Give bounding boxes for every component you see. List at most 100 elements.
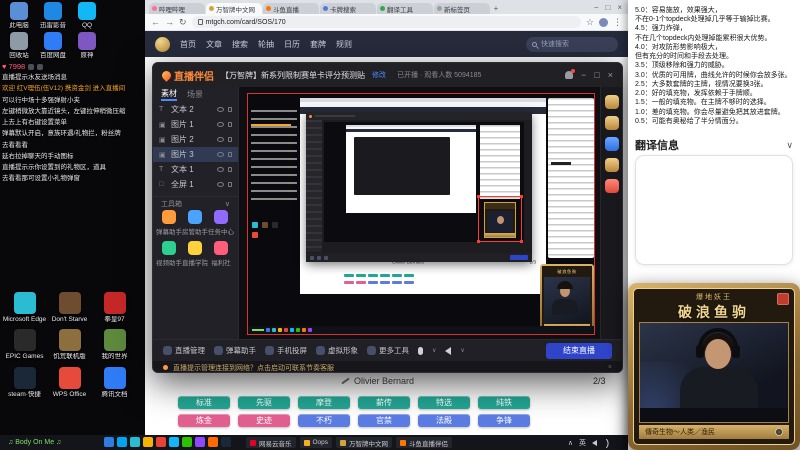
edit-title-button[interactable]: 修改 [372,70,386,80]
nav-item[interactable]: 日历 [284,39,300,50]
desktop-icon[interactable]: QQ [70,2,104,29]
source-layer-item[interactable]: ▣ 图片 1 [153,117,238,132]
desktop-icon[interactable]: 回收站 [2,32,36,59]
desktop-icon[interactable]: 拳皇97 [92,292,137,323]
desktop-icon[interactable]: 迅雷影音 [36,2,70,29]
sidebar-tab[interactable]: 素材 [161,88,177,101]
taskbar-app-button[interactable]: 万智牌中文网 [336,437,393,448]
toolbox-tool[interactable]: 弹幕助手 [156,210,182,236]
back-button[interactable]: ← [151,17,160,27]
desktop-icon[interactable]: steam·快捷 [2,366,47,398]
taskbar-app-icon[interactable] [130,437,140,447]
toolbox-tool[interactable]: 视频助手 [156,241,182,267]
nav-item[interactable]: 文章 [206,39,222,50]
activity-banner-icon[interactable] [604,116,619,130]
format-button[interactable]: 摩登 [298,396,350,409]
bookmark-star-icon[interactable]: ☆ [586,17,594,28]
source-layer-item[interactable]: ▣ 图片 2 [153,132,238,147]
taskbar-app-icon[interactable] [208,437,218,447]
toolbox-tool[interactable]: 房管助手 [182,210,208,236]
app-close-button[interactable]: × [608,70,613,80]
browser-tab[interactable]: 斗鱼直播 [263,3,319,14]
activity-banner-icon[interactable] [604,179,619,193]
browser-tab[interactable]: 哔哩哔哩 [149,3,205,14]
nav-item[interactable]: 首页 [180,39,196,50]
desktop-icon[interactable]: 百度网盘 [36,32,70,59]
format-button[interactable]: 官禁 [358,414,410,427]
nav-item[interactable]: 轮抽 [258,39,274,50]
speaker-icon[interactable] [445,346,452,355]
refresh-button[interactable]: ↻ [179,17,187,28]
browser-tab[interactable]: 翻译工具 [377,3,433,14]
lock-icon[interactable] [228,122,232,127]
taskbar-app-button[interactable]: 网易云音乐 [246,437,296,448]
profile-avatar[interactable] [599,17,608,27]
nav-item[interactable]: 搜索 [232,39,248,50]
browser-menu-icon[interactable]: ⋮ [613,17,622,28]
desktop-icon[interactable]: WPS Office [47,366,92,398]
format-button[interactable]: 薪传 [358,396,410,409]
network-icon[interactable] [601,438,612,448]
format-button[interactable]: 先驱 [238,396,290,409]
lock-icon[interactable] [228,107,232,112]
window-close-button[interactable]: × [617,3,622,12]
format-button[interactable]: 不朽 [298,414,350,427]
format-button[interactable]: 法殿 [418,414,470,427]
page-counter[interactable]: 2/3 [593,376,606,386]
desktop-icon[interactable]: 饥荒联机版 [47,329,92,360]
browser-tab[interactable]: 万智牌中文网 [206,3,262,14]
url-bar[interactable]: mtgch.com/card/SOS/170 [191,16,581,28]
activity-banner-icon[interactable] [604,137,619,151]
site-logo[interactable] [155,36,170,52]
taskbar-app-icon[interactable] [143,437,153,447]
lock-icon[interactable] [228,167,232,172]
visibility-eye-icon[interactable] [217,152,224,157]
chevron-down-icon[interactable]: ∨ [460,347,464,354]
toolbar-button[interactable]: 虚拟形象 [316,345,358,356]
desktop-icon[interactable]: 我的世界 [92,329,137,360]
volume-icon[interactable] [592,440,597,446]
visibility-eye-icon[interactable] [217,167,224,172]
browser-tab[interactable]: 卡牌搜索 [320,3,376,14]
taskbar-app-icon[interactable] [117,437,127,447]
site-search-input[interactable]: 快速搜索 [526,36,618,52]
tray-expand-icon[interactable]: ∧ [568,439,573,447]
desktop-icon[interactable]: Don't Starve [47,292,92,323]
translation-header[interactable]: 翻译信息 ∨ [635,137,793,153]
source-layer-item[interactable]: T 文本 1 [153,162,238,177]
format-button[interactable]: 炼金 [178,414,230,427]
app-notice-banner[interactable]: 直播提示管理连接到网络？点击启动可联系节奏客服 × [153,361,622,372]
overlay-settings-icon[interactable] [28,63,35,70]
notification-bell-icon[interactable] [565,69,576,79]
desktop-icon[interactable]: EPIC Games [2,329,47,360]
taskbar-app-icon[interactable] [195,437,205,447]
toolbar-button[interactable]: 手机投屏 [265,345,307,356]
format-button[interactable]: 标准 [178,396,230,409]
toolbox-tool[interactable]: 直播学院 [182,241,208,267]
activity-banner-icon[interactable] [604,158,619,172]
source-layer-item[interactable]: T 文本 2 [153,102,238,117]
end-stream-button[interactable]: 结束直播 [546,342,612,359]
visibility-eye-icon[interactable] [217,122,224,127]
new-tab-button[interactable]: + [491,4,501,13]
nav-item[interactable]: 规则 [336,39,352,50]
taskbar-app-icon[interactable] [104,437,114,447]
taskbar-app-icon[interactable] [182,437,192,447]
browser-tab[interactable]: 新标签页 [434,3,490,14]
taskbar-app-icon[interactable] [221,437,231,447]
desktop-icon[interactable]: 此电脑 [2,2,36,29]
nav-item[interactable]: 套牌 [310,39,326,50]
activity-banner-icon[interactable] [604,95,619,109]
microphone-icon[interactable] [418,346,423,355]
format-button[interactable]: 纯铁 [478,396,530,409]
visibility-eye-icon[interactable] [217,137,224,142]
input-method-indicator[interactable]: 英 [579,438,586,448]
source-selection-box[interactable] [477,195,523,243]
taskbar-app-icon[interactable] [169,437,179,447]
source-layer-item[interactable]: □ 全屏 1 [153,177,238,192]
source-layer-item[interactable]: ▣ 图片 3 [153,147,238,162]
overlay-list-icon[interactable] [37,63,44,70]
app-maximize-button[interactable]: □ [594,70,599,80]
format-button[interactable]: 特选 [418,396,470,409]
chevron-down-icon[interactable]: ∨ [432,347,436,354]
